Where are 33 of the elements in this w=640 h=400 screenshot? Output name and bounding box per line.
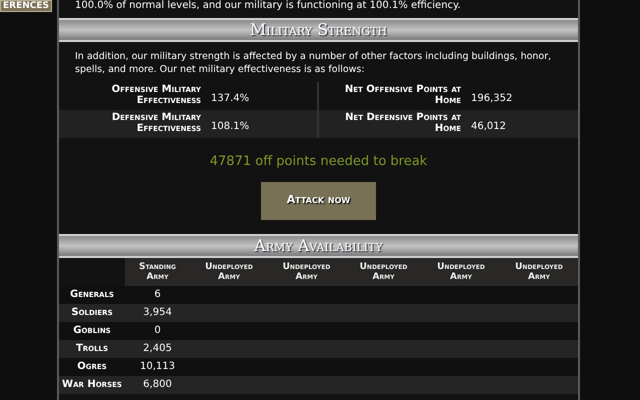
attack-button[interactable]: Attack now [261, 182, 376, 220]
table-cell-text: 3,954 [143, 306, 172, 320]
break-message: 47871 off points needed to break [210, 153, 428, 171]
section-header: Military Strength [59, 18, 578, 42]
intro-text: In addition, our military strength is affected by a number of other factors including buildings, honor, spells, and more. Our net military effectiveness is as follows: [74, 50, 552, 76]
stat-label: Net Offensive Points at Home [344, 84, 461, 108]
unit-name: Ogres [77, 360, 107, 374]
table-cell-text: 6,800 [143, 378, 172, 392]
column-header: Undeployed Army [358, 262, 408, 282]
table-cell-text: 10,113 [140, 360, 175, 374]
intro-text: 100.0% of normal levels, and our military is functioning at 100.1% efficiency. [75, 0, 461, 12]
table-cell-text: 6 [154, 288, 161, 302]
column-header: Undeployed Army [204, 262, 254, 282]
stat-value: 137.4% [211, 93, 250, 104]
section-header: Army Availability [59, 234, 578, 258]
column-header: Undeployed Army [514, 262, 564, 282]
column-header: Undeployed Army [282, 262, 332, 282]
stat-value: 108.1% [211, 121, 250, 132]
unit-name: Goblins [73, 324, 111, 338]
unit-name: Generals [70, 288, 114, 302]
column-header: Undeployed Army [436, 262, 486, 282]
stat-value: 46,012 [471, 121, 506, 132]
unit-name: Soldiers [71, 306, 113, 320]
side-button[interactable]: ERENCES [0, 0, 52, 12]
unit-name: War Horses [62, 378, 122, 392]
stat-label: Net Defensive Points at Home [344, 112, 461, 136]
column-header: Standing Army [138, 262, 177, 282]
table-cell-text: 0 [154, 324, 161, 338]
stat-value: 196,352 [471, 93, 512, 104]
unit-name: Trolls [76, 342, 108, 356]
stat-label: Defensive Military Effectiveness [110, 112, 201, 136]
stat-label: Offensive Military Effectiveness [110, 84, 201, 108]
table-cell-text: 2,405 [143, 342, 172, 356]
